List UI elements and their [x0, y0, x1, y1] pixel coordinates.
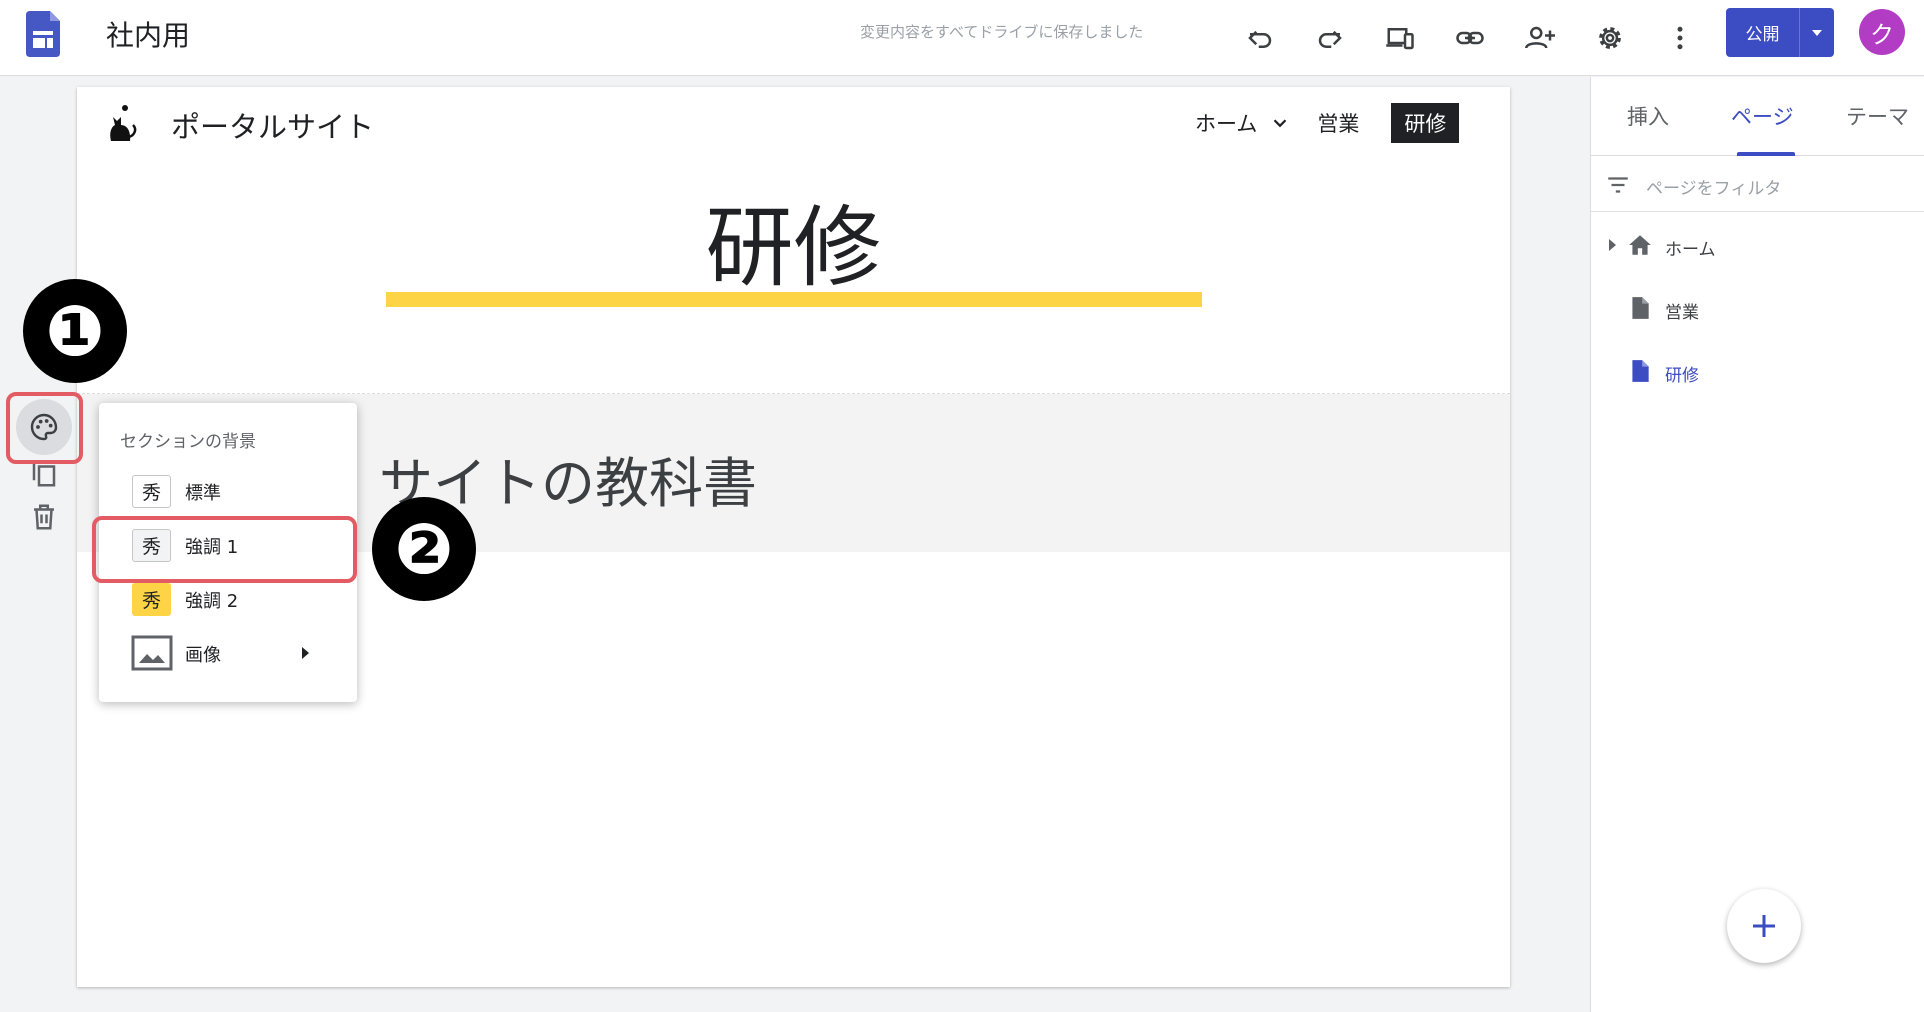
tab-themes[interactable]: テーマ: [1846, 101, 1909, 131]
callout-highlight-2: [92, 516, 357, 583]
publish-dropdown-button[interactable]: [1800, 8, 1834, 57]
copy-link-button[interactable]: [1448, 16, 1492, 60]
share-button[interactable]: [1518, 16, 1562, 60]
side-panel-tabs: 挿入 ページ テーマ: [1591, 77, 1924, 156]
menu-item-image[interactable]: 画像: [99, 627, 357, 681]
top-toolbar: 社内用 変更内容をすべてドライブに保存しました 公開 ク: [0, 0, 1924, 76]
menu-item-label: 標準: [185, 483, 221, 504]
menu-item-label: 画像: [185, 645, 221, 666]
page-icon: [1632, 297, 1649, 319]
right-side-panel: 挿入 ページ テーマ ページをフィルタ ホーム 営業 研修: [1590, 77, 1924, 1012]
expand-arrow-icon[interactable]: [1606, 238, 1618, 252]
tab-pages[interactable]: ページ: [1731, 101, 1794, 131]
delete-section-icon[interactable]: [29, 502, 59, 532]
nav-training-link[interactable]: 研修: [1391, 103, 1460, 143]
step-marker-1: ❶: [23, 279, 127, 383]
undo-button[interactable]: [1238, 16, 1282, 60]
settings-button[interactable]: [1588, 16, 1632, 60]
site-navigation: ホーム 営業 研修: [1195, 103, 1460, 143]
publish-button[interactable]: 公開: [1726, 8, 1800, 57]
menu-heading: セクションの背景: [120, 432, 256, 452]
home-icon: [1629, 235, 1651, 255]
filter-input-placeholder[interactable]: ページをフィルタ: [1646, 174, 1781, 199]
chevron-down-icon[interactable]: [1269, 112, 1291, 134]
page-icon: [1632, 360, 1649, 382]
site-document-title[interactable]: 社内用: [106, 14, 190, 54]
add-page-button[interactable]: [1727, 889, 1801, 963]
filter-icon: [1608, 177, 1628, 193]
add-person-icon: [1525, 26, 1555, 49]
submenu-arrow-icon: [302, 647, 309, 659]
menu-item-label: 強調 2: [185, 591, 239, 612]
link-icon: [1456, 31, 1484, 45]
page-tree-label: 営業: [1665, 303, 1699, 323]
callout-highlight-1: [6, 392, 83, 464]
nav-home-link[interactable]: ホーム: [1195, 108, 1257, 138]
menu-item-standard[interactable]: 秀 標準: [99, 465, 357, 519]
publish-button-group: 公開: [1726, 8, 1834, 57]
page-tree-label: ホーム: [1665, 240, 1716, 260]
undo-icon: [1248, 30, 1272, 48]
page-tree-item-training[interactable]: 研修: [1591, 351, 1924, 391]
account-avatar[interactable]: ク: [1859, 9, 1905, 55]
nav-sales-link[interactable]: 営業: [1317, 108, 1359, 138]
plus-icon: [1753, 915, 1775, 937]
redo-icon: [1318, 30, 1342, 48]
redo-button[interactable]: [1308, 16, 1352, 60]
page-filter[interactable]: ページをフィルタ: [1591, 156, 1924, 212]
page-tree-label: 研修: [1665, 366, 1699, 386]
page-tree-item-sales[interactable]: 営業: [1591, 288, 1924, 328]
step-marker-2: ❷: [372, 497, 476, 601]
image-icon: [131, 635, 173, 671]
heading-underline-bar: [386, 292, 1202, 307]
preview-devices-icon: [1386, 28, 1414, 50]
tab-insert[interactable]: 挿入: [1627, 101, 1669, 131]
swatch-emphasis-2: 秀: [132, 583, 171, 616]
caret-down-icon: [1812, 29, 1822, 36]
site-name[interactable]: ポータルサイト: [171, 104, 374, 146]
preview-button[interactable]: [1378, 16, 1422, 60]
more-options-button[interactable]: [1658, 16, 1702, 60]
cat-logo-icon[interactable]: [103, 103, 139, 143]
more-vert-icon: [1677, 26, 1683, 50]
page-tree-item-home[interactable]: ホーム: [1591, 225, 1924, 265]
gear-icon: [1599, 27, 1621, 49]
google-sites-logo-icon[interactable]: [26, 11, 60, 57]
page-title[interactable]: 研修: [77, 177, 1510, 304]
save-status-text: 変更内容をすべてドライブに保存しました: [860, 23, 1144, 41]
swatch-standard: 秀: [132, 475, 171, 508]
